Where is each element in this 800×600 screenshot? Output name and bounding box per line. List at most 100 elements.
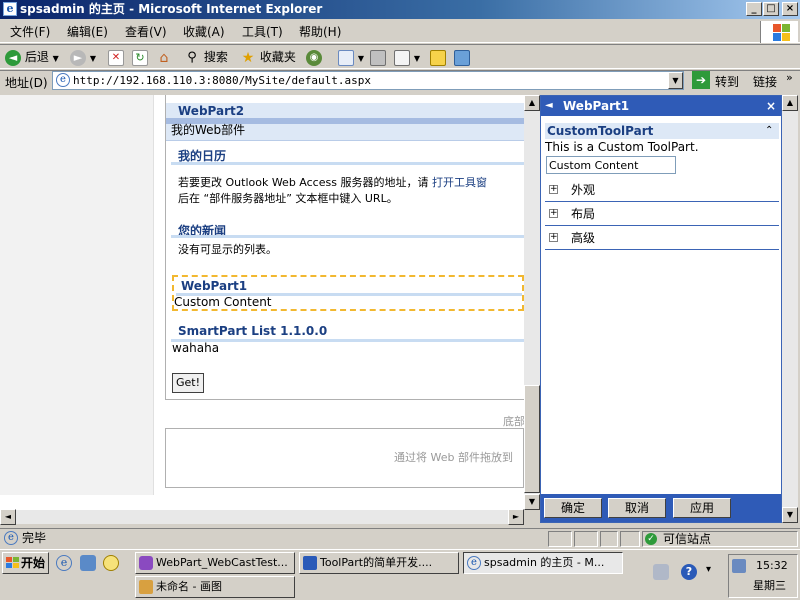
- security-zone-pane[interactable]: ✓ 可信站点: [642, 531, 798, 547]
- help-tray-icon[interactable]: ?: [681, 564, 697, 580]
- webpart1-title[interactable]: WebPart1: [181, 279, 247, 293]
- tool-pane-close-icon[interactable]: ×: [766, 96, 776, 116]
- links-button[interactable]: 链接: [753, 73, 777, 90]
- section-layout[interactable]: + 布局: [545, 203, 779, 226]
- address-label: 地址(D): [5, 76, 48, 90]
- menu-tools[interactable]: 工具(T): [242, 24, 283, 40]
- quicklaunch-ie-icon[interactable]: e: [56, 555, 72, 571]
- status-pane: [600, 531, 618, 547]
- task-ie-active[interactable]: e spsadmin 的主页 - M...: [463, 552, 623, 574]
- word-document-icon: [303, 556, 317, 570]
- webpart2-title[interactable]: WebPart2: [178, 104, 244, 118]
- quicklaunch-desktop-icon[interactable]: [80, 555, 96, 571]
- discuss-button[interactable]: [430, 48, 446, 66]
- smartpart-title-bar: [171, 339, 524, 342]
- status-pane: [620, 531, 640, 547]
- network-tray-icon[interactable]: [653, 564, 669, 580]
- bottom-zone-label: 底部: [503, 415, 524, 428]
- window-vertical-scrollbar[interactable]: ▲ ▼: [782, 95, 798, 523]
- start-button[interactable]: 开始: [2, 552, 49, 574]
- get-button[interactable]: Get!: [172, 373, 204, 393]
- minimize-button[interactable]: _: [746, 2, 762, 16]
- print-icon: [370, 49, 386, 66]
- menu-favorites[interactable]: 收藏(A): [183, 24, 225, 40]
- back-dropdown-icon: ▼: [52, 54, 59, 63]
- discuss-icon: [430, 49, 446, 66]
- scroll-down-icon[interactable]: ▼: [524, 494, 540, 510]
- custom-content-input[interactable]: [546, 156, 676, 174]
- go-button[interactable]: 转到: [715, 73, 739, 90]
- ie-app-icon[interactable]: e: [3, 2, 17, 16]
- scroll-thumb[interactable]: [524, 385, 540, 493]
- refresh-icon: ↻: [132, 49, 148, 66]
- bottom-drop-zone[interactable]: 通过将 Web 部件拖放到: [165, 428, 524, 488]
- start-label: 开始: [21, 556, 46, 570]
- media-button[interactable]: ◉: [306, 48, 322, 66]
- windows-logo-icon: [760, 21, 798, 43]
- edit-dropdown-icon: ▼: [413, 54, 420, 63]
- quicklaunch-clock-icon[interactable]: [103, 555, 119, 571]
- content-vertical-scrollbar[interactable]: ▲ ▼: [524, 95, 540, 510]
- apply-button[interactable]: 应用: [673, 498, 731, 518]
- messenger-button[interactable]: [454, 48, 470, 66]
- visual-studio-icon: [139, 556, 153, 570]
- address-input[interactable]: e http://192.168.110.3:8080/MySite/defau…: [52, 71, 684, 90]
- menu-file[interactable]: 文件(F): [10, 24, 50, 40]
- webpart1-body: Custom Content: [174, 295, 272, 309]
- page-icon: e: [56, 73, 70, 87]
- stop-button[interactable]: ✕: [108, 48, 124, 66]
- scroll-down-icon[interactable]: ▼: [782, 507, 798, 523]
- menu-edit[interactable]: 编辑(E): [67, 24, 108, 40]
- refresh-button[interactable]: ↻: [132, 48, 148, 66]
- task-webpart-webcasttest[interactable]: WebPart_WebCastTest...: [135, 552, 295, 574]
- expand-plus-icon[interactable]: +: [549, 185, 558, 194]
- tool-pane-back-icon[interactable]: ◄: [545, 96, 553, 116]
- expand-plus-icon[interactable]: +: [549, 233, 558, 242]
- news-title-bar: [171, 235, 524, 238]
- tool-pane-title: WebPart1: [563, 99, 630, 113]
- section-appearance[interactable]: + 外观: [545, 179, 779, 202]
- network-connection-icon[interactable]: [732, 559, 746, 573]
- print-button[interactable]: [370, 48, 386, 66]
- links-chevron-icon[interactable]: »: [786, 71, 793, 84]
- home-button[interactable]: ⌂: [156, 48, 172, 66]
- task-paint[interactable]: 未命名 - 画图: [135, 576, 295, 598]
- smartpart-body: wahaha: [172, 341, 220, 355]
- custom-toolpart-header[interactable]: CustomToolPart ⌃: [545, 123, 779, 139]
- check-icon: ✓: [645, 533, 657, 545]
- volume-tray-icon[interactable]: ▾: [706, 564, 720, 580]
- scroll-up-icon[interactable]: ▲: [782, 95, 798, 111]
- messenger-icon: [454, 49, 470, 66]
- tool-pane: ◄ WebPart1 × CustomToolPart ⌃ This is a …: [540, 95, 782, 523]
- menu-help[interactable]: 帮助(H): [299, 24, 341, 40]
- section-advanced[interactable]: + 高级: [545, 227, 779, 250]
- title-bar[interactable]: spsadmin 的主页 - Microsoft Internet Explor…: [0, 0, 800, 19]
- ok-button[interactable]: 确定: [544, 498, 602, 518]
- maximize-button[interactable]: □: [763, 2, 779, 16]
- scroll-right-icon[interactable]: ►: [508, 509, 524, 525]
- edit-button[interactable]: ▼: [394, 48, 420, 66]
- section-layout-label: 布局: [571, 207, 596, 221]
- home-icon: ⌂: [159, 49, 169, 66]
- favorites-button[interactable]: ★ 收藏夹: [240, 48, 296, 66]
- scroll-up-icon[interactable]: ▲: [524, 95, 540, 111]
- open-tool-pane-link[interactable]: 打开工具窗: [432, 176, 487, 189]
- windows-flag-icon: [6, 557, 19, 569]
- task-toolpart-doc[interactable]: ToolPart的简单开发....: [299, 552, 459, 574]
- menu-view[interactable]: 查看(V): [125, 24, 167, 40]
- close-button[interactable]: ×: [782, 2, 798, 16]
- expand-plus-icon[interactable]: +: [549, 209, 558, 218]
- scroll-left-icon[interactable]: ◄: [0, 509, 16, 525]
- search-button[interactable]: ⚲ 搜索: [184, 48, 228, 66]
- window-title: spsadmin 的主页 - Microsoft Internet Explor…: [20, 2, 323, 16]
- taskbar: 开始 e WebPart_WebCastTest... ToolPart的简单开…: [0, 549, 800, 600]
- address-dropdown-button[interactable]: ▼: [668, 72, 683, 89]
- back-button[interactable]: ◄ 后退 ▼: [5, 48, 59, 66]
- clock-time[interactable]: 15:32: [756, 559, 788, 572]
- forward-button[interactable]: ► ▼: [70, 48, 96, 66]
- collapse-chevron-icon[interactable]: ⌃: [765, 123, 773, 139]
- cancel-button[interactable]: 取消: [608, 498, 666, 518]
- history-button[interactable]: ▼: [338, 48, 364, 66]
- content-horizontal-scrollbar[interactable]: ◄ ►: [0, 509, 524, 525]
- go-arrow-icon[interactable]: ➔: [692, 71, 710, 89]
